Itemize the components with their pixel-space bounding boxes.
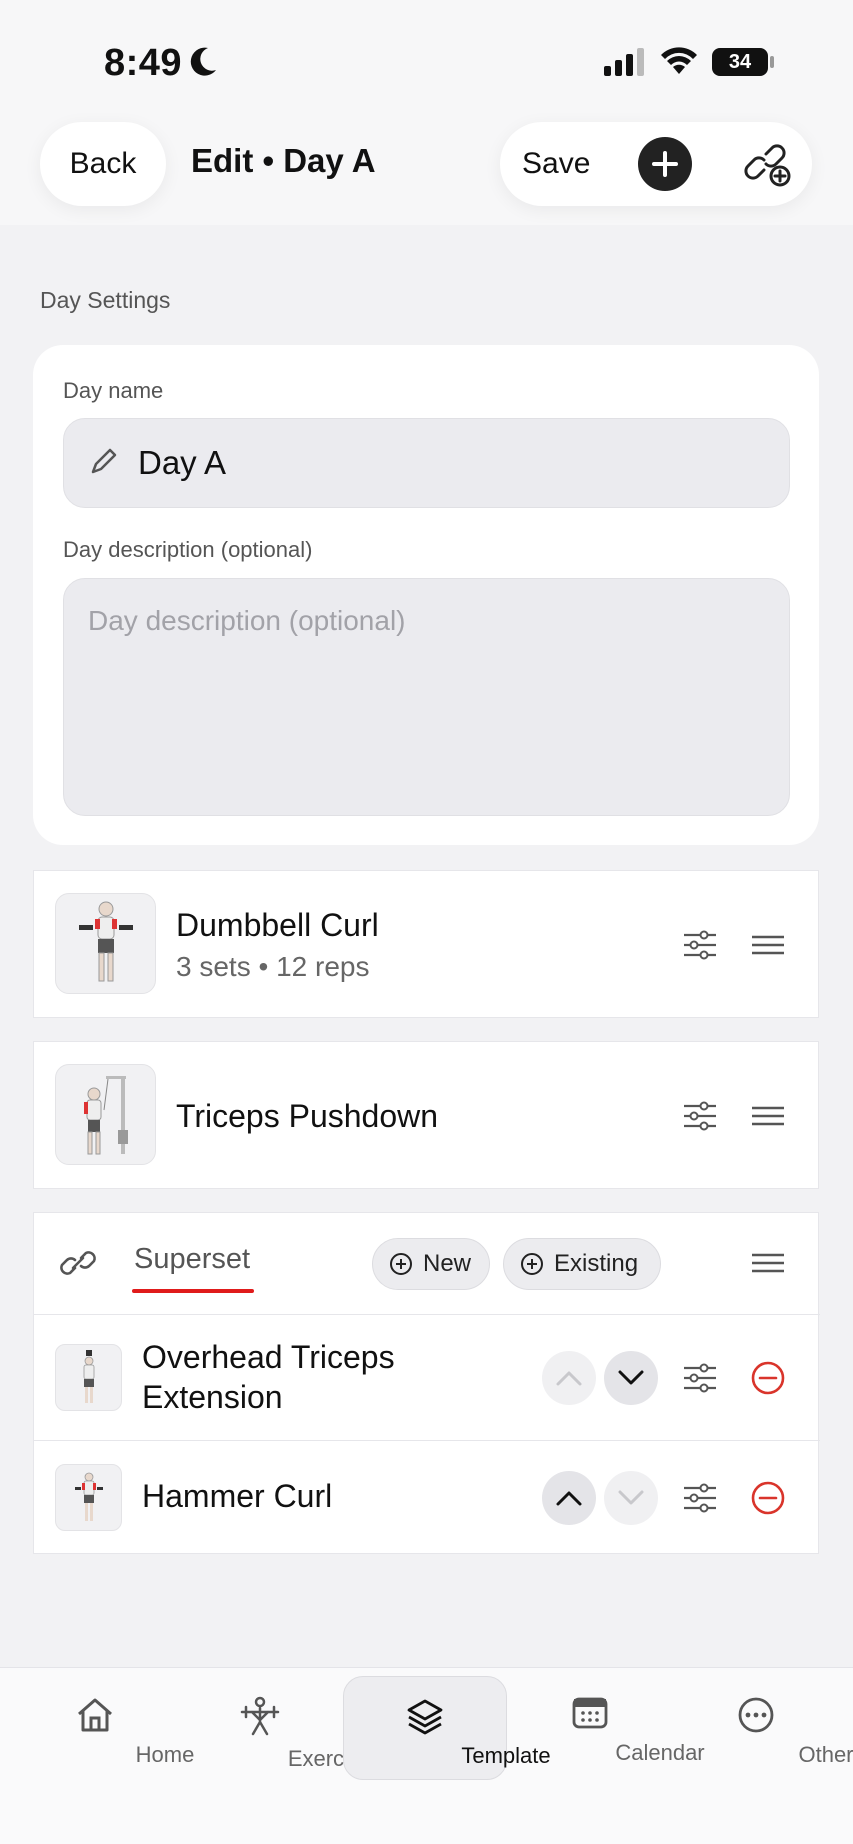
exercise-settings-button[interactable] xyxy=(680,1358,720,1398)
tab-home[interactable]: Home xyxy=(25,1668,194,1778)
status-time: 8:49 xyxy=(104,42,183,84)
day-description-placeholder: Day description (optional) xyxy=(88,605,406,636)
superset-existing-button[interactable]: Existing xyxy=(503,1238,661,1290)
link-icon xyxy=(58,1243,98,1283)
superset-group: Superset New Existing Overhead Triceps E… xyxy=(33,1212,820,1555)
status-bar: 8:49 34 xyxy=(0,0,853,110)
move-down-button[interactable] xyxy=(604,1471,658,1525)
move-up-button[interactable] xyxy=(542,1471,596,1525)
drag-handle[interactable] xyxy=(748,925,788,965)
day-settings-card: Day name Day A Day description (optional… xyxy=(33,345,819,845)
exercise-card[interactable]: Dumbbell Curl 3 sets • 12 reps xyxy=(33,870,819,1018)
section-label: Day Settings xyxy=(40,287,171,313)
layers-icon xyxy=(405,1697,445,1742)
back-button[interactable]: Back xyxy=(40,122,166,206)
sliders-icon xyxy=(684,1101,716,1131)
exercise-name-line2: Extension xyxy=(142,1379,283,1415)
superset-item[interactable]: Hammer Curl xyxy=(34,1441,820,1555)
exercise-name: Triceps Pushdown xyxy=(176,1098,439,1134)
exercise-settings-button[interactable] xyxy=(680,1096,720,1136)
exercise-thumbnail xyxy=(55,1464,122,1531)
moon-icon xyxy=(188,46,218,83)
exercise-thumbnail xyxy=(55,893,156,994)
exercise-name: Hammer Curl xyxy=(142,1478,333,1514)
calendar-icon xyxy=(571,1696,609,1735)
sliders-icon xyxy=(684,1483,716,1513)
save-button[interactable]: Save xyxy=(522,122,590,206)
superset-drag-handle[interactable] xyxy=(748,1243,788,1283)
remove-button[interactable] xyxy=(748,1358,788,1398)
header-actions: Save xyxy=(500,122,812,206)
exercise-sets-reps: 3 sets • 12 reps xyxy=(176,951,370,982)
sliders-icon xyxy=(684,1363,716,1393)
chevron-down-icon xyxy=(618,1490,644,1505)
wifi-icon xyxy=(660,46,698,81)
tab-exercise[interactable]: Exercise xyxy=(190,1668,372,1778)
day-name-label: Day name xyxy=(63,378,164,403)
superset-header: Superset New Existing xyxy=(34,1213,818,1313)
top-navigation: Back Edit • Day A Save xyxy=(0,110,853,225)
page-title: Edit • Day A xyxy=(191,142,376,179)
day-description-label: Day description (optional) xyxy=(63,537,313,562)
add-superset-button[interactable] xyxy=(744,140,794,190)
exercise-name-line1: Overhead Triceps xyxy=(142,1339,395,1375)
remove-button[interactable] xyxy=(748,1478,788,1518)
drag-handle-icon xyxy=(752,935,784,955)
day-name-value: Day A xyxy=(138,444,227,481)
exercise-settings-button[interactable] xyxy=(680,1478,720,1518)
add-exercise-button[interactable] xyxy=(638,137,692,191)
tab-bar: Home Exercise Template Calendar Other xyxy=(0,1667,853,1844)
move-down-button[interactable] xyxy=(604,1351,658,1405)
exercise-thumbnail xyxy=(55,1064,156,1165)
dumbbell-curl-figure xyxy=(78,901,133,981)
exercise-card[interactable]: Triceps Pushdown xyxy=(33,1041,819,1189)
exercise-name: Dumbbell Curl xyxy=(176,907,379,943)
chevron-up-icon xyxy=(556,1491,582,1506)
weightlifter-icon xyxy=(238,1696,282,1741)
battery-indicator: 34 xyxy=(712,48,768,76)
sliders-icon xyxy=(684,930,716,960)
pencil-icon xyxy=(88,445,120,482)
superset-existing-label: Existing xyxy=(554,1250,639,1277)
drag-handle-icon xyxy=(752,1106,784,1126)
day-name-field[interactable]: Day A xyxy=(63,418,790,508)
drag-handle[interactable] xyxy=(748,1096,788,1136)
tab-template[interactable]: Template xyxy=(343,1676,551,1780)
tab-other-label: Other xyxy=(798,1742,853,1767)
add-circle-icon xyxy=(521,1253,543,1275)
exercise-thumbnail xyxy=(55,1344,122,1411)
chevron-down-icon xyxy=(618,1370,644,1385)
drag-handle-icon xyxy=(752,1253,784,1273)
overhead-triceps-figure xyxy=(83,1349,94,1403)
link-plus-icon xyxy=(744,144,791,187)
move-up-button[interactable] xyxy=(542,1351,596,1405)
exercise-settings-button[interactable] xyxy=(680,925,720,965)
tab-other[interactable]: Other xyxy=(686,1668,853,1778)
hammer-curl-figure xyxy=(74,1472,103,1521)
battery-tip xyxy=(770,56,774,68)
minus-circle-icon xyxy=(751,1361,785,1395)
superset-label[interactable]: Superset xyxy=(134,1243,250,1276)
chevron-up-icon xyxy=(556,1371,582,1386)
add-circle-icon xyxy=(390,1253,412,1275)
day-description-field[interactable]: Day description (optional) xyxy=(63,578,790,816)
more-icon xyxy=(737,1696,775,1739)
superset-new-button[interactable]: New xyxy=(372,1238,490,1290)
triceps-pushdown-figure xyxy=(83,1075,128,1154)
superset-new-label: New xyxy=(423,1250,472,1277)
spellcheck-underline xyxy=(132,1289,254,1293)
plus-icon xyxy=(652,151,678,177)
signal-icon xyxy=(604,48,646,81)
home-icon xyxy=(75,1696,115,1739)
tab-calendar[interactable]: Calendar xyxy=(520,1668,705,1778)
minus-circle-icon xyxy=(751,1481,785,1515)
superset-item[interactable]: Overhead Triceps Extension xyxy=(34,1315,820,1440)
